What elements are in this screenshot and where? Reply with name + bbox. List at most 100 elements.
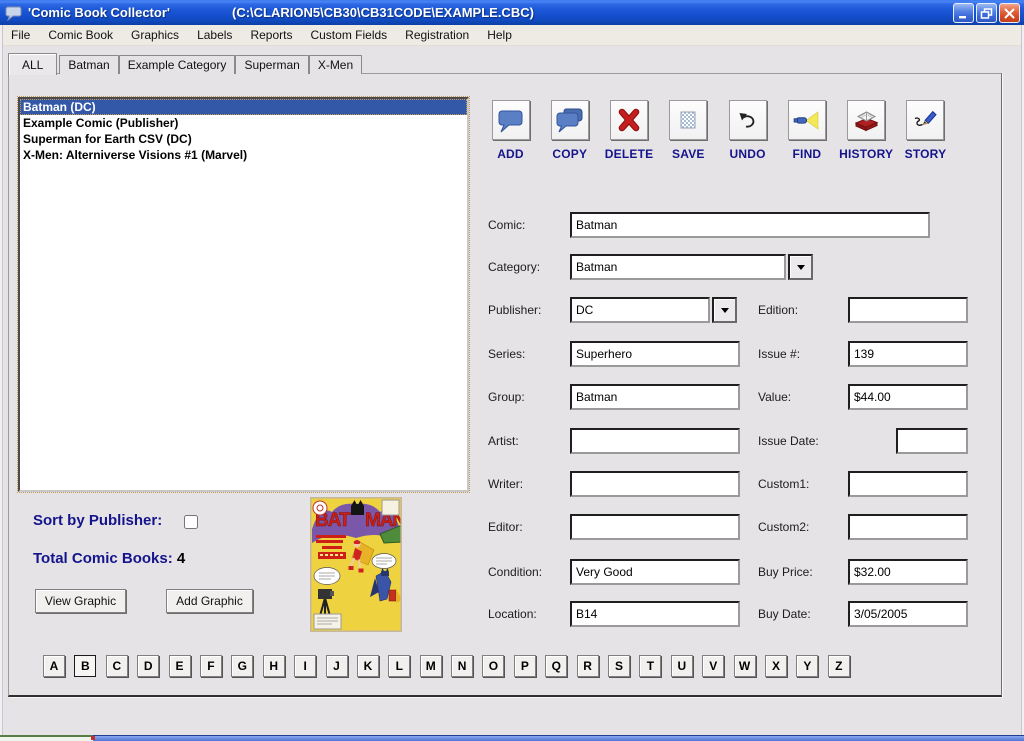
find-button[interactable] bbox=[788, 100, 826, 140]
list-item[interactable]: X-Men: Alterniverse Visions #1 (Marvel) bbox=[20, 147, 467, 163]
alphabet-button-x[interactable]: X bbox=[765, 655, 787, 677]
alphabet-button-n[interactable]: N bbox=[451, 655, 473, 677]
alphabet-button-p[interactable]: P bbox=[514, 655, 536, 677]
title-bar: 'Comic Book Collector' (C:\CLARION5\CB30… bbox=[0, 0, 1024, 25]
location-label: Location: bbox=[488, 607, 537, 621]
tab-batman[interactable]: Batman bbox=[59, 55, 118, 74]
category-dropdown-button[interactable] bbox=[788, 254, 813, 280]
alphabet-button-y[interactable]: Y bbox=[796, 655, 818, 677]
save-button[interactable] bbox=[669, 100, 707, 140]
story-button[interactable] bbox=[906, 100, 944, 140]
alphabet-button-s[interactable]: S bbox=[608, 655, 630, 677]
alphabet-button-b[interactable]: B bbox=[74, 655, 96, 677]
view-graphic-button[interactable]: View Graphic bbox=[35, 589, 126, 613]
menu-item-comic-book[interactable]: Comic Book bbox=[39, 26, 122, 44]
custom2-input[interactable] bbox=[848, 514, 968, 540]
delete-label: DELETE bbox=[601, 147, 658, 161]
custom2-label: Custom2: bbox=[758, 520, 809, 534]
add-button[interactable] bbox=[492, 100, 530, 140]
group-input[interactable] bbox=[570, 384, 740, 410]
buy-date-input[interactable] bbox=[848, 601, 968, 627]
issue-number-input[interactable] bbox=[848, 341, 968, 367]
editor-label: Editor: bbox=[488, 520, 523, 534]
tab-superman[interactable]: Superman bbox=[235, 55, 308, 74]
add-graphic-button[interactable]: Add Graphic bbox=[166, 589, 253, 613]
restore-button[interactable] bbox=[976, 3, 997, 23]
alphabet-button-i[interactable]: I bbox=[294, 655, 316, 677]
publisher-input[interactable] bbox=[570, 297, 710, 323]
publisher-dropdown-button[interactable] bbox=[712, 297, 737, 323]
editor-input[interactable] bbox=[570, 514, 740, 540]
value-label: Value: bbox=[758, 390, 791, 404]
tab-example-category[interactable]: Example Category bbox=[119, 55, 236, 74]
alphabet-button-v[interactable]: V bbox=[702, 655, 724, 677]
alphabet-button-w[interactable]: W bbox=[734, 655, 756, 677]
undo-button[interactable] bbox=[729, 100, 767, 140]
artist-input[interactable] bbox=[570, 428, 740, 454]
alphabet-button-f[interactable]: F bbox=[200, 655, 222, 677]
alphabet-button-d[interactable]: D bbox=[137, 655, 159, 677]
list-item[interactable]: Example Comic (Publisher) bbox=[20, 115, 467, 131]
alphabet-button-h[interactable]: H bbox=[263, 655, 285, 677]
alphabet-button-m[interactable]: M bbox=[420, 655, 442, 677]
alphabet-button-u[interactable]: U bbox=[671, 655, 693, 677]
buy-price-input[interactable] bbox=[848, 559, 968, 585]
alphabet-button-l[interactable]: L bbox=[388, 655, 410, 677]
delete-button[interactable] bbox=[610, 100, 648, 140]
condition-input[interactable] bbox=[570, 559, 740, 585]
copy-button[interactable] bbox=[551, 100, 589, 140]
condition-label: Condition: bbox=[488, 565, 542, 579]
menu-item-file[interactable]: File bbox=[2, 26, 39, 44]
category-label: Category: bbox=[488, 260, 540, 274]
menu-item-reports[interactable]: Reports bbox=[241, 26, 301, 44]
alphabet-button-t[interactable]: T bbox=[639, 655, 661, 677]
menu-item-registration[interactable]: Registration bbox=[396, 26, 478, 44]
issue-date-input[interactable] bbox=[896, 428, 968, 454]
alphabet-button-a[interactable]: A bbox=[43, 655, 65, 677]
copy-label: COPY bbox=[541, 147, 598, 161]
window-left-edge bbox=[0, 25, 3, 735]
checkered-square-icon bbox=[676, 108, 700, 132]
menu-item-labels[interactable]: Labels bbox=[188, 26, 241, 44]
window-title: 'Comic Book Collector' bbox=[28, 5, 170, 20]
location-input[interactable] bbox=[570, 601, 740, 627]
alphabet-button-j[interactable]: J bbox=[326, 655, 348, 677]
menu-item-custom-fields[interactable]: Custom Fields bbox=[301, 26, 396, 44]
writer-input[interactable] bbox=[570, 471, 740, 497]
comic-list[interactable]: Batman (DC)Example Comic (Publisher)Supe… bbox=[18, 97, 469, 492]
category-input[interactable] bbox=[570, 254, 786, 280]
edition-label: Edition: bbox=[758, 303, 798, 317]
edition-input[interactable] bbox=[848, 297, 968, 323]
writer-label: Writer: bbox=[488, 477, 523, 491]
add-label: ADD bbox=[482, 147, 539, 161]
value-input[interactable] bbox=[848, 384, 968, 410]
list-item[interactable]: Batman (DC) bbox=[20, 99, 467, 115]
list-item[interactable]: Superman for Earth CSV (DC) bbox=[20, 131, 467, 147]
menu-item-graphics[interactable]: Graphics bbox=[122, 26, 188, 44]
history-label: HISTORY bbox=[838, 147, 895, 161]
menu-item-help[interactable]: Help bbox=[478, 26, 521, 44]
comic-input[interactable] bbox=[570, 212, 930, 238]
alphabet-button-r[interactable]: R bbox=[577, 655, 599, 677]
sort-by-publisher-checkbox[interactable] bbox=[184, 515, 198, 529]
alphabet-button-k[interactable]: K bbox=[357, 655, 379, 677]
alphabet-button-z[interactable]: Z bbox=[828, 655, 850, 677]
window-controls bbox=[953, 3, 1020, 23]
alphabet-button-c[interactable]: C bbox=[106, 655, 128, 677]
close-button[interactable] bbox=[999, 3, 1020, 23]
alphabet-button-g[interactable]: G bbox=[231, 655, 253, 677]
alphabet-button-q[interactable]: Q bbox=[545, 655, 567, 677]
toolbar: ADD COPY DELETE bbox=[482, 100, 954, 161]
custom1-input[interactable] bbox=[848, 471, 968, 497]
alphabet-button-e[interactable]: E bbox=[169, 655, 191, 677]
minimize-button[interactable] bbox=[953, 3, 974, 23]
app-icon bbox=[5, 5, 23, 21]
tab-x-men[interactable]: X-Men bbox=[309, 55, 362, 74]
history-button[interactable] bbox=[847, 100, 885, 140]
comic-label: Comic: bbox=[488, 218, 525, 232]
restore-icon bbox=[980, 8, 993, 19]
series-input[interactable] bbox=[570, 341, 740, 367]
issue-date-label: Issue Date: bbox=[758, 434, 819, 448]
alphabet-button-o[interactable]: O bbox=[482, 655, 504, 677]
tab-all[interactable]: ALL bbox=[8, 53, 57, 75]
